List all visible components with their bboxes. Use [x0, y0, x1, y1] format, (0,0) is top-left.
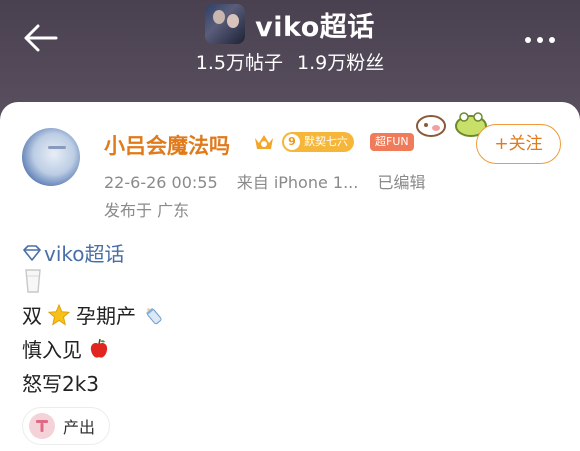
topic-tag-link[interactable]: viko超话 [22, 238, 125, 267]
level-badge-text: 默契七六 [304, 135, 348, 148]
apple-emoji-icon [90, 338, 108, 358]
more-button[interactable] [520, 26, 560, 54]
post-line-1: 双 孕期产 [22, 300, 164, 329]
topic-header: viko超话 1.5万帖子 1.9万粉丝 [0, 0, 580, 110]
topic-stats: 1.5万帖子 1.9万粉丝 [0, 48, 580, 75]
source-chip[interactable]: 产出 [22, 407, 111, 445]
diamond-topic-icon [23, 244, 41, 261]
super-fun-badge[interactable]: 超FUN [370, 133, 414, 151]
more-dots-icon [525, 37, 531, 43]
follow-button[interactable]: +关注 [476, 124, 561, 164]
fan-level-badge[interactable]: 9 默契七六 [282, 132, 354, 152]
line2-text: 慎入见 [22, 338, 82, 362]
post-meta: 22-6-26 00:55 来自 iPhone 1... 已编辑 [104, 169, 425, 193]
source-chip-icon [29, 413, 55, 439]
topic-thumbnail[interactable] [205, 4, 246, 44]
edited-label[interactable]: 已编辑 [377, 173, 425, 192]
rabbit-sticker-icon [416, 115, 446, 137]
star-emoji-icon [48, 303, 70, 326]
source-chip-label: 产出 [63, 418, 96, 437]
topic-title: viko超话 [255, 11, 375, 43]
post-card: 小吕会魔法吗 9 默契七六 超FUN +关注 22-6-26 00:55 来自 … [0, 102, 580, 451]
milk-glass-emoji-icon [25, 269, 41, 293]
posts-count: 1.5万帖子 [195, 52, 283, 74]
post-location: 发布于 广东 [104, 201, 190, 220]
topic-tag-text: viko超话 [44, 242, 125, 266]
post-source: 来自 iPhone 1... [236, 173, 359, 192]
line1-text-b: 孕期产 [76, 304, 136, 328]
baby-bottle-emoji-icon [146, 307, 162, 324]
avatar[interactable] [22, 128, 80, 186]
level-number: 9 [284, 134, 300, 150]
post-line-3: 怒写2k3 [22, 368, 99, 397]
line1-text-a: 双 [22, 304, 42, 328]
crown-icon [255, 135, 273, 149]
fans-count: 1.9万粉丝 [297, 52, 385, 74]
topic-title-row: viko超话 [0, 4, 580, 44]
post-time: 22-6-26 00:55 [104, 173, 218, 192]
post-line-2: 慎入见 [22, 334, 110, 363]
line3-text: 怒写2k3 [22, 372, 100, 396]
author-name[interactable]: 小吕会魔法吗 [104, 130, 230, 160]
